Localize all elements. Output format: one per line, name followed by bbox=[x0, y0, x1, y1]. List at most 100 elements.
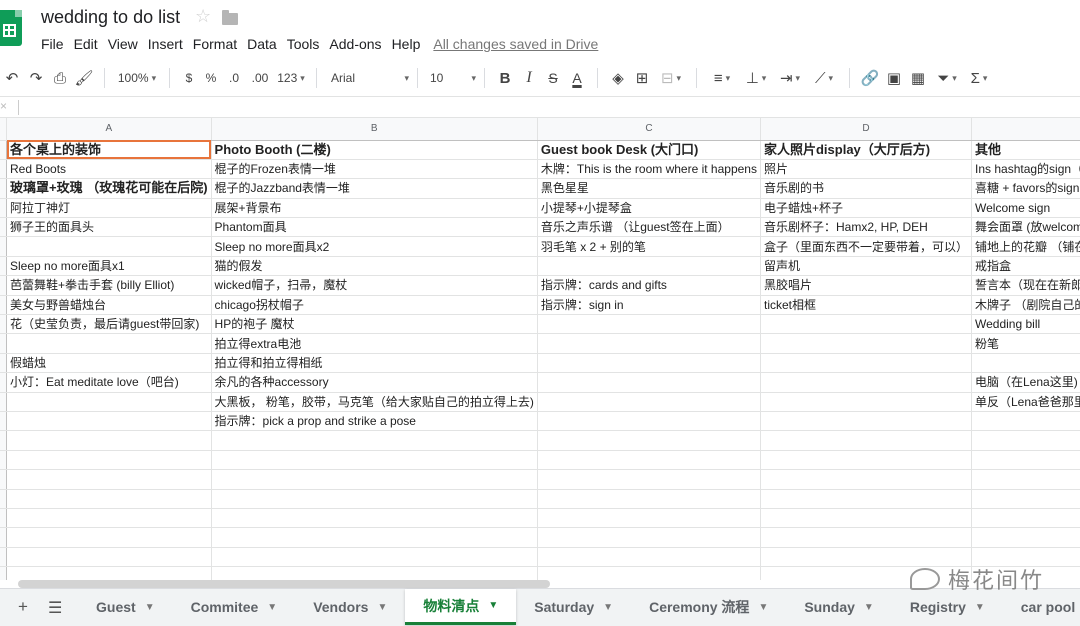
cell-e18[interactable] bbox=[971, 469, 1080, 490]
chevron-down-icon[interactable]: ▼ bbox=[603, 602, 613, 613]
cell-a23[interactable] bbox=[6, 566, 212, 580]
column-header-d[interactable]: D bbox=[760, 118, 973, 141]
horizontal-scrollbar[interactable] bbox=[18, 580, 550, 588]
cell-c11[interactable] bbox=[537, 333, 761, 354]
decrease-decimal-button[interactable]: .0 bbox=[222, 65, 246, 91]
sheet-tab[interactable]: Saturday ▼ bbox=[516, 589, 631, 625]
chevron-down-icon[interactable]: ▼ bbox=[267, 602, 277, 613]
horizontal-align-icon[interactable]: ≡ bbox=[705, 65, 739, 91]
cell-c5[interactable]: 音乐之声乐谱 （让guest签在上面） bbox=[537, 217, 761, 238]
sheet-tab[interactable]: 物料清点 ▼ bbox=[405, 589, 517, 625]
cell-c18[interactable] bbox=[537, 469, 761, 490]
cell-d6[interactable]: 盒子（里面东西不一定要带着，可以） bbox=[760, 236, 973, 257]
cell-b10[interactable]: HP的袍子 魔杖 bbox=[211, 314, 538, 335]
cell-b11[interactable]: 拍立得extra电池 bbox=[211, 333, 538, 354]
strikethrough-button[interactable]: S bbox=[541, 65, 565, 91]
cell-b4[interactable]: 展架+背景布 bbox=[211, 198, 538, 219]
cell-b22[interactable] bbox=[211, 547, 538, 568]
cell-e16[interactable] bbox=[971, 430, 1080, 451]
cell-a4[interactable]: 阿拉丁神灯 bbox=[6, 198, 212, 219]
cell-e9[interactable]: 木牌子 （剧院自己的，粉笔写标示：厕所在楼上) bbox=[971, 295, 1080, 316]
insert-comment-icon[interactable]: ▣ bbox=[882, 65, 906, 91]
cell-e15[interactable] bbox=[971, 411, 1080, 432]
cell-a16[interactable] bbox=[6, 430, 212, 451]
cell-a3[interactable]: 玻璃罩+玫瑰 （玫瑰花可能在后院) bbox=[6, 178, 212, 199]
cell-d17[interactable] bbox=[760, 450, 973, 471]
cell-b14[interactable]: 大黑板， 粉笔，胶带，马克笔（给大家贴自己的拍立得上去) bbox=[211, 392, 538, 412]
cell-c19[interactable] bbox=[537, 489, 761, 509]
menu-format[interactable]: Format bbox=[188, 34, 242, 54]
cell-d8[interactable]: 黑胶唱片 bbox=[760, 275, 973, 296]
cell-b19[interactable] bbox=[211, 489, 538, 509]
cell-e6[interactable]: 铺地上的花瓣 （铺在aisle) bbox=[971, 236, 1080, 257]
spreadsheet-grid[interactable]: A B C D E F G 各个桌上的装饰Photo Booth (二楼)Gue… bbox=[0, 118, 1080, 580]
cell-d12[interactable] bbox=[760, 353, 973, 374]
cell-a13[interactable]: 小灯：Eat meditate love（吧台) bbox=[6, 372, 212, 393]
cell-e11[interactable]: 粉笔 bbox=[971, 333, 1080, 354]
cell-e19[interactable] bbox=[971, 489, 1080, 509]
cell-b1[interactable]: Photo Booth (二楼) bbox=[211, 140, 538, 160]
cell-d14[interactable] bbox=[760, 392, 973, 412]
vertical-align-icon[interactable]: ⊥ bbox=[739, 65, 773, 91]
menu-data[interactable]: Data bbox=[242, 34, 282, 54]
cell-b20[interactable] bbox=[211, 508, 538, 529]
chevron-down-icon[interactable]: ▼ bbox=[758, 602, 768, 613]
cell-d4[interactable]: 电子蜡烛+杯子 bbox=[760, 198, 973, 219]
cell-c12[interactable] bbox=[537, 353, 761, 374]
merge-cells-icon[interactable]: ⊟ bbox=[654, 65, 688, 91]
cell-e4[interactable]: Welcome sign bbox=[971, 198, 1080, 219]
cell-d1[interactable]: 家人照片display（大厅后方) bbox=[760, 140, 973, 160]
percent-format-button[interactable]: % bbox=[200, 65, 222, 91]
sheet-tab[interactable]: Guest ▼ bbox=[78, 589, 173, 625]
cell-e1[interactable]: 其他 bbox=[971, 140, 1080, 160]
text-wrapping-icon[interactable]: ⇥ bbox=[773, 65, 807, 91]
sheet-tab[interactable]: Commitee ▼ bbox=[173, 589, 296, 625]
cell-c10[interactable] bbox=[537, 314, 761, 335]
column-header-b[interactable]: B bbox=[211, 118, 538, 141]
insert-chart-icon[interactable]: ▦ bbox=[906, 65, 930, 91]
cell-c9[interactable]: 指示牌：sign in bbox=[537, 295, 761, 316]
cell-c4[interactable]: 小提琴+小提琴盒 bbox=[537, 198, 761, 219]
menu-addons[interactable]: Add-ons bbox=[324, 34, 386, 54]
cell-e10[interactable]: Wedding bill bbox=[971, 314, 1080, 335]
cell-c14[interactable] bbox=[537, 392, 761, 412]
menu-file[interactable]: File bbox=[36, 34, 69, 54]
cell-c3[interactable]: 黑色星星 bbox=[537, 178, 761, 199]
functions-button[interactable]: Σ bbox=[964, 65, 994, 91]
document-title[interactable]: wedding to do list bbox=[41, 7, 180, 28]
cell-d18[interactable] bbox=[760, 469, 973, 490]
fill-color-icon[interactable]: ◈ bbox=[606, 65, 630, 91]
cell-d11[interactable] bbox=[760, 333, 973, 354]
save-status[interactable]: All changes saved in Drive bbox=[433, 34, 598, 54]
paint-format-icon[interactable]: 🖌 bbox=[72, 65, 96, 91]
cell-b12[interactable]: 拍立得和拍立得相纸 bbox=[211, 353, 538, 374]
chevron-down-icon[interactable]: ▼ bbox=[864, 602, 874, 613]
cell-a10[interactable]: 花（史莹负责，最后请guest带回家) bbox=[6, 314, 212, 335]
cell-a17[interactable] bbox=[6, 450, 212, 471]
cell-d7[interactable]: 留声机 bbox=[760, 256, 973, 277]
cell-a1[interactable]: 各个桌上的装饰 bbox=[6, 140, 212, 160]
cell-e14[interactable]: 单反（Lena爸爸那里) bbox=[971, 392, 1080, 412]
cell-a5[interactable]: 狮子王的面具头 bbox=[6, 217, 212, 238]
menu-help[interactable]: Help bbox=[387, 34, 426, 54]
more-formats-select[interactable]: 123 bbox=[274, 65, 308, 91]
cell-b17[interactable] bbox=[211, 450, 538, 471]
cell-b8[interactable]: wicked帽子，扫帚，魔杖 bbox=[211, 275, 538, 296]
cell-d2[interactable]: 照片 bbox=[760, 159, 973, 180]
cell-table[interactable]: A B C D E F G 各个桌上的装饰Photo Booth (二楼)Gue… bbox=[0, 118, 1080, 580]
menu-insert[interactable]: Insert bbox=[143, 34, 188, 54]
cell-b9[interactable]: chicago拐杖帽子 bbox=[211, 295, 538, 316]
sheet-tab[interactable]: Vendors ▼ bbox=[295, 589, 405, 625]
cell-e17[interactable] bbox=[971, 450, 1080, 471]
cell-b7[interactable]: 猫的假发 bbox=[211, 256, 538, 277]
cell-b15[interactable]: 指示牌：pick a prop and strike a pose bbox=[211, 411, 538, 432]
cell-a15[interactable] bbox=[6, 411, 212, 432]
bold-button[interactable]: B bbox=[493, 65, 517, 91]
cell-c13[interactable] bbox=[537, 372, 761, 393]
cell-a2[interactable]: Red Boots bbox=[6, 159, 212, 180]
undo-icon[interactable]: ↶ bbox=[0, 65, 24, 91]
cell-e3[interactable]: 喜糖 + favors的sign bbox=[971, 178, 1080, 199]
cell-e5[interactable]: 舞会面罩 (放welcome sign) bbox=[971, 217, 1080, 238]
cell-c17[interactable] bbox=[537, 450, 761, 471]
close-icon[interactable]: × bbox=[0, 99, 7, 113]
